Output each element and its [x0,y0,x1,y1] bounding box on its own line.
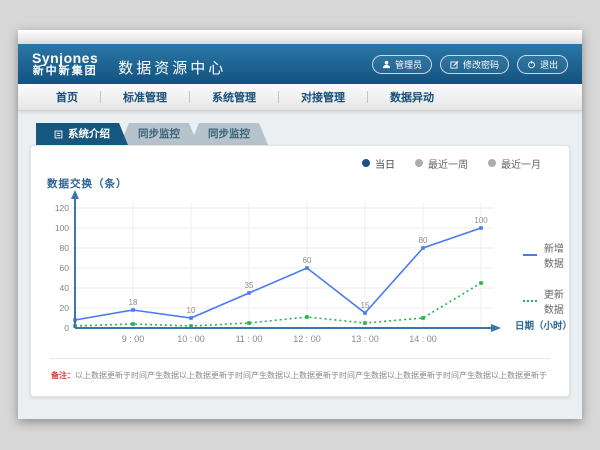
edit-icon [450,60,459,69]
main-nav: 首页 标准管理 系统管理 对接管理 数据异动 [18,84,582,111]
legend-label: 新增数据 [544,240,569,270]
tab-sync-monitor-2[interactable]: 同步监控 [190,123,268,145]
logo-text-cn: 新中新集团 [32,66,98,78]
admin-user-button[interactable]: 管理员 [372,55,432,74]
dotted-line-swatch [523,300,537,302]
content-area: 系统介绍 同步监控 同步监控 当日 最近一周 [18,111,582,397]
logout-label: 退出 [540,58,558,71]
change-password-label: 修改密码 [463,58,499,71]
svg-text:14 : 00: 14 : 00 [409,334,437,344]
svg-text:60: 60 [60,263,70,273]
document-icon [54,130,63,139]
legend-update-data: 更新数据 [523,286,569,316]
tab-label: 同步监控 [138,123,180,145]
svg-text:9 : 00: 9 : 00 [122,334,145,344]
svg-text:80: 80 [419,236,428,245]
svg-text:100: 100 [474,216,488,225]
radio-label: 最近一月 [501,156,541,171]
data-exchange-chart: 数据交换（条） 18 10 35 60 15 80 100 0 20 40 60 80 100 120 9 … [31,178,569,354]
nav-item-system-mgmt[interactable]: 系统管理 [190,89,278,105]
change-password-button[interactable]: 修改密码 [440,55,509,74]
svg-text:11 : 00: 11 : 00 [236,334,263,344]
radio-last-month[interactable]: 最近一月 [488,156,541,171]
legend-label: 更新数据 [544,286,569,316]
legend-new-data: 新增数据 [523,240,569,270]
svg-text:10: 10 [187,306,196,315]
svg-text:60: 60 [303,256,312,265]
user-icon [382,60,391,69]
exchange-chart-svg: 18 10 35 60 15 80 100 0 20 40 60 80 100 120 9 : 00 10 :… [41,190,511,354]
tab-label: 同步监控 [208,123,250,145]
logout-button[interactable]: 退出 [517,55,568,74]
radio-dot [415,159,423,167]
chart-legend: 新增数据 更新数据 [523,240,569,316]
svg-text:35: 35 [245,281,254,290]
tab-system-intro[interactable]: 系统介绍 [36,123,128,145]
svg-text:100: 100 [55,223,69,233]
chart-card: 当日 最近一周 最近一月 数据交换（条） 18 10 35 60 15 80 100 0 20 4… [30,145,570,397]
user-menu: 管理员 修改密码 退出 [372,55,568,74]
nav-item-data-change[interactable]: 数据异动 [368,89,456,105]
solid-line-swatch [523,254,537,256]
svg-text:40: 40 [60,283,70,293]
nav-item-docking-mgmt[interactable]: 对接管理 [279,89,367,105]
logout-icon [527,60,536,69]
svg-text:80: 80 [60,243,70,253]
date-range-filter: 当日 最近一周 最近一月 [31,156,569,170]
page-title: 数据资源中心 [118,57,226,78]
svg-text:15: 15 [361,301,370,310]
logo-text-en: Synjones [32,51,98,66]
svg-text:20: 20 [60,303,70,313]
nav-item-standard-mgmt[interactable]: 标准管理 [101,89,189,105]
svg-text:18: 18 [129,298,138,307]
x-axis-title: 日期（小时） [515,318,569,332]
footer-note: 备注：以上数据更新于时间产生数据以上数据更新于时间产生数据以上数据更新于时间产生… [49,358,551,381]
window-chrome [18,30,582,44]
admin-user-label: 管理员 [395,58,422,71]
y-axis-title: 数据交换（条） [47,176,128,191]
svg-text:10 : 00: 10 : 00 [177,334,205,344]
tab-sync-monitor-1[interactable]: 同步监控 [120,123,198,145]
tab-bar: 系统介绍 同步监控 同步监控 [36,123,570,145]
radio-label: 当日 [375,156,395,171]
svg-text:13 : 00: 13 : 00 [351,334,379,344]
svg-text:0: 0 [64,323,69,333]
app-header: Synjones 新中新集团 数据资源中心 管理员 修改密码 退出 [18,44,582,84]
company-logo: Synjones 新中新集团 [32,51,98,77]
note-prefix: 备注： [51,371,75,380]
radio-dot [362,159,370,167]
radio-dot [488,159,496,167]
radio-last-week[interactable]: 最近一周 [415,156,468,171]
svg-text:120: 120 [55,203,69,213]
note-text: 以上数据更新于时间产生数据以上数据更新于时间产生数据以上数据更新于时间产生数据以… [75,371,547,380]
radio-label: 最近一周 [428,156,468,171]
tab-label: 系统介绍 [68,123,110,145]
svg-text:12 : 00: 12 : 00 [293,334,321,344]
nav-item-home[interactable]: 首页 [34,89,100,105]
app-window: Synjones 新中新集团 数据资源中心 管理员 修改密码 退出 [18,30,582,419]
radio-today[interactable]: 当日 [362,156,395,171]
